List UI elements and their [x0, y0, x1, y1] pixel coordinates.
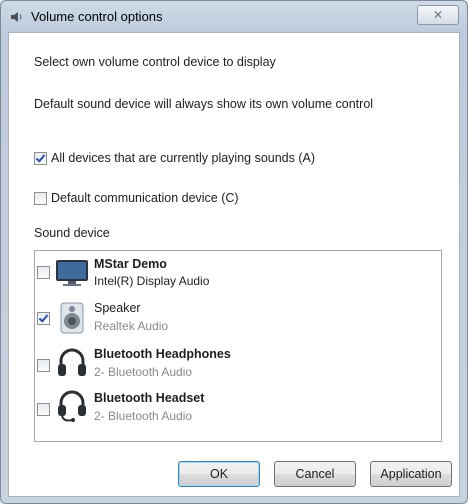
- device-description: 2- Bluetooth Audio: [94, 365, 193, 379]
- sound-device-label: Sound device: [34, 226, 110, 240]
- headphones-icon: [58, 348, 86, 376]
- device-name: MStar Demo: [94, 257, 167, 271]
- monitor-icon: [56, 260, 88, 286]
- device-checkbox[interactable]: [37, 266, 50, 279]
- communication-device-checkbox[interactable]: [34, 192, 47, 205]
- speaker-icon: [60, 302, 84, 334]
- instruction-text: Select own volume control device to disp…: [34, 55, 276, 69]
- close-button[interactable]: ✕: [417, 5, 459, 25]
- close-icon: ✕: [432, 8, 444, 22]
- headset-icon: [58, 390, 86, 422]
- device-checkbox[interactable]: [37, 359, 50, 372]
- title-bar[interactable]: Volume control options ✕: [1, 1, 467, 31]
- device-name: Speaker: [94, 301, 141, 315]
- default-device-note: Default sound device will always show it…: [34, 97, 374, 111]
- dialog-content: Select own volume control device to disp…: [8, 32, 460, 497]
- device-description: Intel(R) Display Audio: [94, 274, 210, 288]
- window-title: Volume control options: [31, 9, 163, 24]
- cancel-button[interactable]: Cancel: [274, 461, 356, 487]
- device-name: Bluetooth Headphones: [94, 347, 231, 361]
- communication-device-label[interactable]: Default communication device (C): [51, 191, 239, 205]
- sound-device-list[interactable]: MStar Demo Intel(R) Display Audio Speake…: [34, 250, 442, 442]
- device-description: Realtek Audio: [94, 319, 169, 333]
- speaker-icon: [11, 12, 22, 22]
- application-button[interactable]: Application: [370, 461, 452, 487]
- device-name: Bluetooth Headset: [94, 391, 205, 405]
- playing-devices-label[interactable]: All devices that are currently playing s…: [51, 151, 315, 165]
- device-checkbox[interactable]: [37, 403, 50, 416]
- device-description: 2- Bluetooth Audio: [94, 409, 193, 423]
- playing-devices-checkbox[interactable]: [34, 152, 47, 165]
- volume-options-window: Volume control options ✕ Select own volu…: [0, 0, 468, 504]
- device-checkbox[interactable]: [37, 312, 50, 325]
- ok-button[interactable]: OK: [178, 461, 260, 487]
